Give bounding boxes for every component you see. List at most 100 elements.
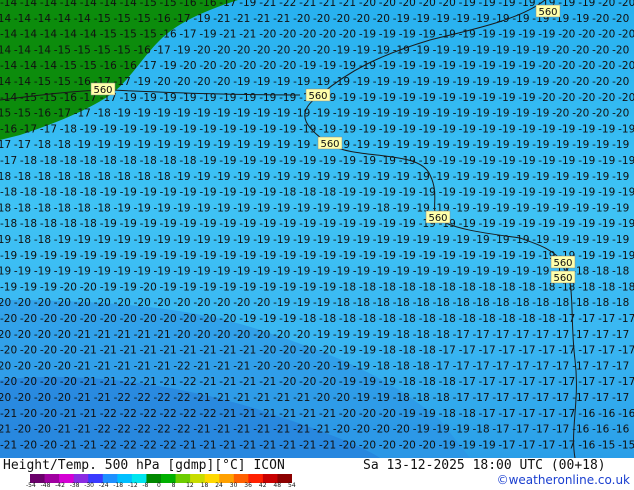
- temp-value: -19: [532, 202, 549, 214]
- temp-value: -19: [160, 250, 177, 262]
- temp-value: -21: [134, 360, 151, 372]
- temp-value: -19: [473, 13, 490, 25]
- temp-value: -19: [120, 92, 137, 104]
- temp-value: -21: [0, 408, 17, 420]
- temp-value: -21: [279, 408, 296, 420]
- temp-value: -19: [399, 187, 416, 199]
- temp-value: -20: [20, 376, 37, 388]
- temp-value: -21: [60, 408, 77, 420]
- temp-value: -20: [313, 392, 330, 404]
- temp-value: -20: [253, 44, 270, 56]
- temp-value: -18: [0, 171, 11, 183]
- temp-value: -20: [339, 29, 356, 41]
- temp-value: -19: [413, 171, 430, 183]
- temp-value: -17: [552, 329, 569, 341]
- temp-value: -15: [618, 439, 634, 451]
- colorbar-tick-label: -18: [113, 482, 124, 489]
- temp-value: -17: [173, 13, 190, 25]
- temp-value: -17: [492, 360, 509, 372]
- temp-value: -19: [299, 250, 316, 262]
- temp-value: -19: [433, 108, 450, 120]
- temp-value: -17: [479, 345, 496, 357]
- isohypse-label: 560: [538, 7, 557, 18]
- temp-value: -19: [572, 13, 589, 25]
- temp-value: -19: [459, 250, 476, 262]
- temp-value: -19: [94, 139, 111, 151]
- temp-value: -19: [552, 234, 569, 246]
- temp-value: -21: [134, 329, 151, 341]
- temp-value: -19: [353, 171, 370, 183]
- temp-value: -19: [319, 250, 336, 262]
- temp-value: -18: [34, 202, 51, 214]
- temp-value: -20: [273, 44, 290, 56]
- temp-value: -19: [333, 329, 350, 341]
- temp-value: -19: [179, 187, 196, 199]
- temp-value: -20: [193, 76, 210, 88]
- temp-value: -19: [333, 76, 350, 88]
- temp-value: -21: [279, 439, 296, 451]
- temp-value: -18: [399, 313, 416, 325]
- temp-value: -19: [154, 139, 171, 151]
- temp-value: -19: [313, 266, 330, 278]
- temp-value: -18: [40, 155, 57, 167]
- temp-value: -19: [339, 376, 356, 388]
- temp-value: -17: [453, 360, 470, 372]
- temp-value: -20: [552, 44, 569, 56]
- temp-value: -17: [179, 29, 196, 41]
- temp-value: -19: [134, 234, 151, 246]
- temp-value: -17: [459, 345, 476, 357]
- temp-value: -21: [233, 392, 250, 404]
- temp-value: -19: [473, 171, 490, 183]
- temp-value: -14: [20, 60, 37, 72]
- temp-value: -14: [34, 13, 51, 25]
- temp-value: -19: [353, 266, 370, 278]
- temp-value: -20: [279, 345, 296, 357]
- temp-value: -19: [578, 187, 595, 199]
- temp-value: -19: [558, 155, 575, 167]
- temp-value: -19: [532, 108, 549, 120]
- temp-value: -19: [552, 171, 569, 183]
- temp-value: -19: [213, 266, 230, 278]
- temp-value: -15: [100, 29, 117, 41]
- temp-value: -20: [592, 44, 609, 56]
- temp-value: -22: [173, 424, 190, 436]
- temp-value: -19: [279, 92, 296, 104]
- temp-value: -20: [353, 13, 370, 25]
- temp-value: -19: [179, 281, 196, 293]
- temp-value: -19: [94, 234, 111, 246]
- temp-value: -18: [572, 297, 589, 309]
- temp-value: -14: [80, 0, 97, 9]
- temp-value: -14: [0, 76, 11, 88]
- temp-value: -18: [439, 408, 456, 420]
- temp-value: -21: [259, 408, 276, 420]
- temp-value: -19: [299, 281, 316, 293]
- temp-value: -20: [60, 376, 77, 388]
- temp-value: -19: [518, 92, 535, 104]
- temp-value: -19: [353, 108, 370, 120]
- temp-value: -17: [512, 329, 529, 341]
- credit-link[interactable]: ©weatheronline.co.uk: [497, 473, 630, 487]
- temp-value: -19: [54, 234, 71, 246]
- temp-value: -21: [193, 424, 210, 436]
- temp-value: -18: [512, 297, 529, 309]
- temp-value: -18: [379, 313, 396, 325]
- temp-value: -19: [498, 92, 515, 104]
- temp-value: -18: [399, 376, 416, 388]
- colorbar-tick-label: 42: [258, 482, 267, 489]
- temp-value: -18: [433, 329, 450, 341]
- temp-value: -20: [14, 329, 31, 341]
- temp-value: -22: [134, 392, 151, 404]
- temp-value: -19: [199, 218, 216, 230]
- temp-value: -18: [40, 218, 57, 230]
- temp-value: -19: [313, 234, 330, 246]
- temp-value: -19: [253, 234, 270, 246]
- temp-value: -19: [279, 155, 296, 167]
- temp-value: -20: [598, 0, 615, 9]
- temp-value: -21: [299, 0, 316, 9]
- temp-value: -20: [54, 297, 71, 309]
- temp-value: -16: [618, 408, 634, 420]
- temp-value: -14: [14, 44, 31, 56]
- temp-value: -19: [612, 171, 629, 183]
- temp-value: -22: [160, 439, 177, 451]
- temp-value: -21: [293, 392, 310, 404]
